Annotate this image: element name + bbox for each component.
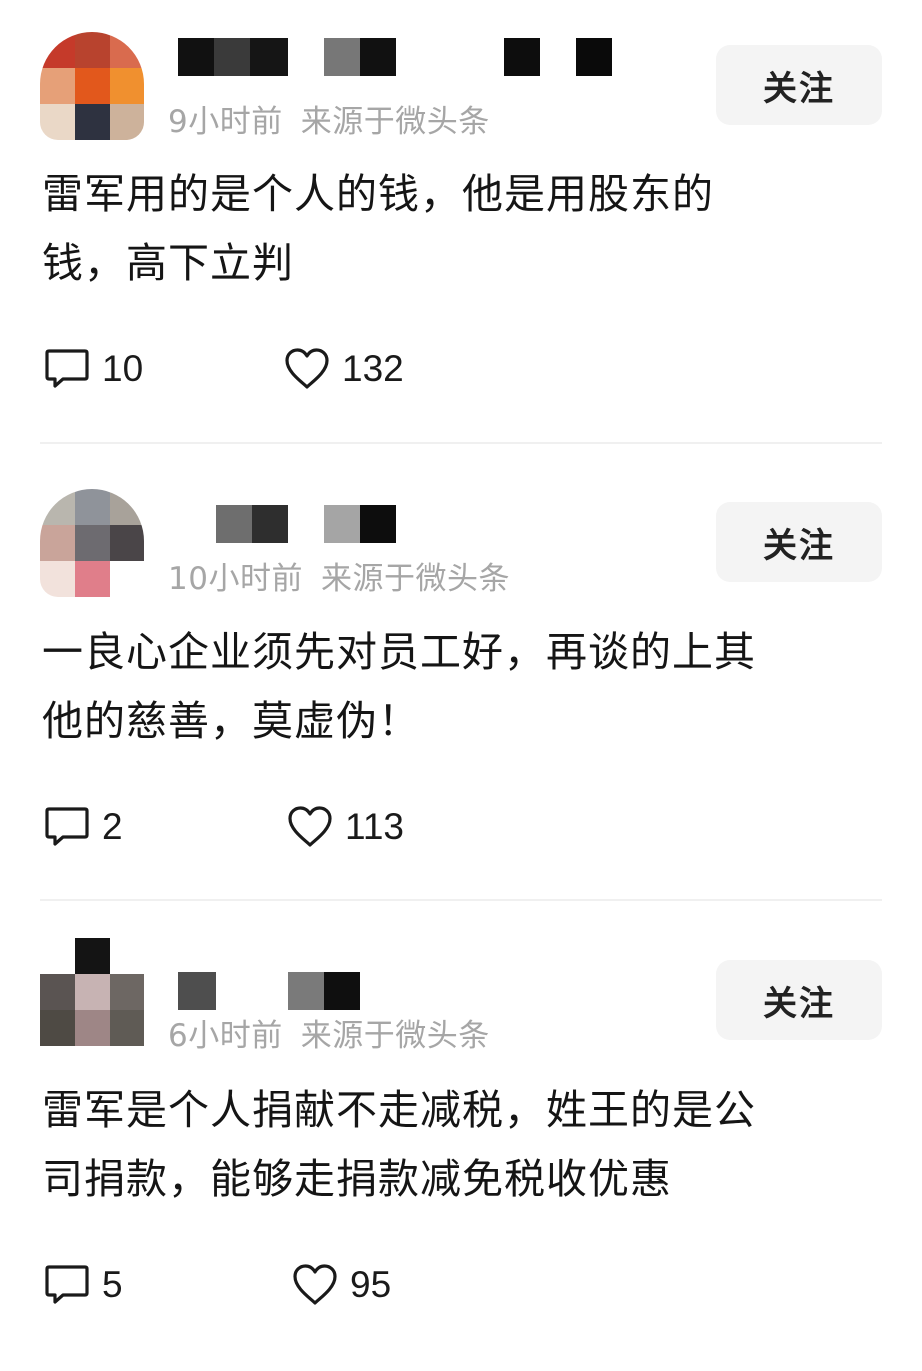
timestamp: 9小时前 [168,104,283,140]
comment-text: 雷军用的是个人的钱，他是用股东的 钱，高下立判 [42,160,872,298]
source-label: 来源于微头条 [300,1018,490,1054]
divider [40,899,882,901]
reply-count: 10 [102,348,144,389]
follow-button[interactable]: 关注 [716,502,882,582]
comment-meta: 6小时前 来源于微头条 [168,1010,490,1055]
comment-item: 6小时前 来源于微头条 关注 雷军是个人捐献不走减税，姓王的是公 司捐款，能够走捐… [0,914,922,1371]
comment-bubble-icon [45,349,89,388]
like-button[interactable]: 132 [284,344,404,394]
comment-item: 9小时前 来源于微头条 关注 雷军用的是个人的钱，他是用股东的 钱，高下立判 10… [0,0,922,457]
like-button[interactable]: 113 [287,802,404,852]
username-redacted[interactable] [178,38,618,76]
comment-text: 雷军是个人捐献不走减税，姓王的是公 司捐款，能够走捐款减免税收优惠 [42,1076,872,1214]
heart-icon [285,348,329,389]
comment-text-line: 一良心企业须先对员工好，再谈的上其 [42,628,756,676]
comment-item: 10小时前 来源于微头条 关注 一良心企业须先对员工好，再谈的上其 他的慈善，莫虚… [0,457,922,914]
reply-button[interactable]: 2 [44,802,123,852]
like-count: 113 [345,806,404,847]
divider [40,442,882,444]
comment-text-line: 雷军用的是个人的钱，他是用股东的 [42,170,714,218]
comment-text-line: 雷军是个人捐献不走减税，姓王的是公 [42,1086,756,1134]
comment-bubble-icon [45,1265,89,1304]
comment-text-line: 他的慈善，莫虚伪！ [42,697,420,745]
comment-stats: 10 132 [44,344,544,394]
like-button[interactable]: 95 [292,1260,391,1310]
avatar[interactable] [40,32,144,140]
heart-icon [293,1264,337,1305]
like-count: 132 [342,348,404,389]
comment-meta: 9小时前 来源于微头条 [168,96,490,141]
comment-stats: 5 95 [44,1260,544,1310]
reply-button[interactable]: 5 [44,1260,123,1310]
source-label: 来源于微头条 [300,104,490,140]
reply-count: 5 [102,1264,123,1305]
heart-icon [288,806,332,847]
timestamp: 6小时前 [168,1018,283,1054]
follow-button[interactable]: 关注 [716,960,882,1040]
comment-meta: 10小时前 来源于微头条 [168,553,510,598]
username-redacted[interactable] [178,972,618,1010]
like-count: 95 [350,1264,392,1305]
follow-button[interactable]: 关注 [716,45,882,125]
avatar[interactable] [40,489,144,597]
reply-button[interactable]: 10 [44,344,143,394]
reply-count: 2 [102,806,123,847]
avatar[interactable] [40,938,144,1046]
comment-text: 一良心企业须先对员工好，再谈的上其 他的慈善，莫虚伪！ [42,618,872,756]
comment-text-line: 司捐款，能够走捐款减免税收优惠 [42,1155,672,1203]
comment-stats: 2 113 [44,802,544,852]
comment-text-line: 钱，高下立判 [42,239,294,287]
comment-bubble-icon [45,807,89,846]
source-label: 来源于微头条 [320,561,510,597]
username-redacted[interactable] [178,505,618,543]
timestamp: 10小时前 [168,561,303,597]
